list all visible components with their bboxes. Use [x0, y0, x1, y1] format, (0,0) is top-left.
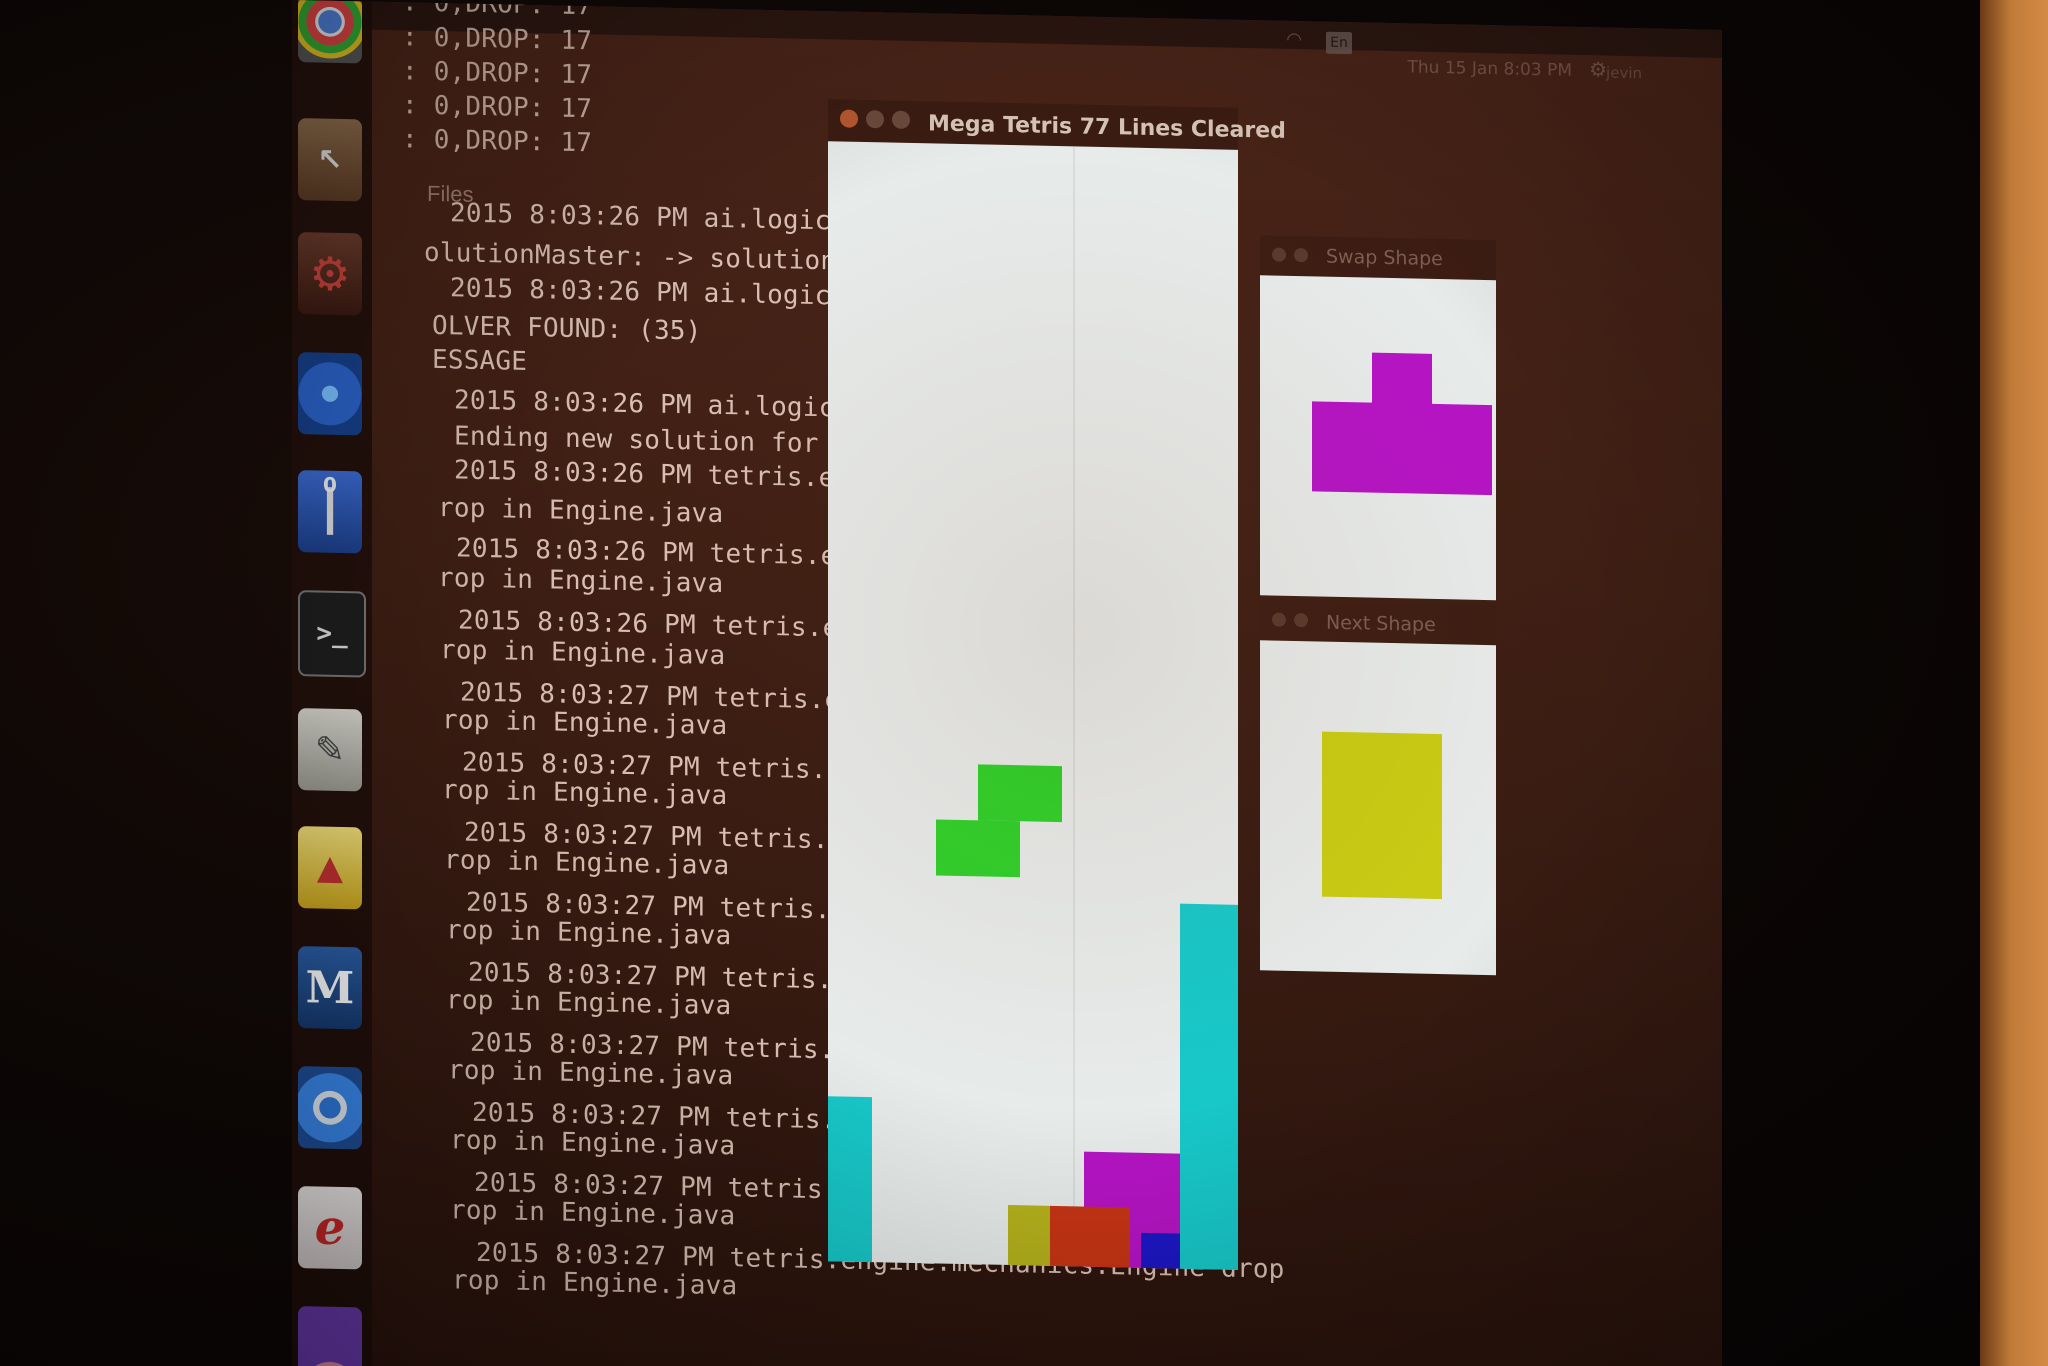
terminal-line: rop in Engine.java: [440, 635, 726, 672]
panel-clock[interactable]: Thu 15 Jan 8:03 PM: [1408, 57, 1572, 80]
room-wall: [1980, 0, 2048, 1366]
files-icon[interactable]: ↖: [298, 118, 362, 202]
swap-shape-board: [1260, 275, 1496, 601]
settings-icon[interactable]: ⚙: [298, 232, 362, 316]
terminal-line: rop in Engine.java: [438, 563, 724, 600]
swap-piece-base: [1312, 401, 1492, 496]
burst-icon[interactable]: [298, 352, 362, 436]
projected-screen: ◠ En Thu 15 Jan 8:03 PM ⚙ jevin : 0,DROP…: [292, 0, 1722, 1366]
swap-minimize-button[interactable]: [1294, 247, 1308, 263]
keyboard-layout-indicator[interactable]: En: [1326, 31, 1352, 55]
photo-stage: ◠ En Thu 15 Jan 8:03 PM ⚙ jevin : 0,DROP…: [0, 0, 2048, 1366]
chromium-icon[interactable]: [298, 1066, 362, 1150]
m-icon[interactable]: M: [298, 946, 362, 1030]
pencil-paper-icon[interactable]: ✎: [298, 708, 362, 792]
shapes-icon: ▲: [316, 847, 344, 889]
terminal-line: rop in Engine.java: [442, 775, 728, 812]
launcher-sidebar: ↖ ⚙ 0 ┃ >_ ✎ ▲ M e: [292, 0, 372, 1366]
stack-olive: [1008, 1204, 1050, 1270]
next-titlebar[interactable]: Next Shape: [1260, 600, 1496, 646]
thermometer-icon[interactable]: 0 ┃: [298, 470, 362, 554]
swap-shape-window[interactable]: Swap Shape: [1260, 235, 1496, 601]
terminal-line: rop in Engine.java: [444, 845, 730, 882]
draw-icon[interactable]: ▲: [298, 826, 362, 910]
terminal-line: rop in Engine.java: [446, 985, 732, 1022]
maximize-button[interactable]: [892, 110, 910, 129]
next-shape-window[interactable]: Next Shape: [1260, 600, 1496, 976]
panel-user-name[interactable]: jevin: [1606, 64, 1642, 83]
terminal-line: rop in Engine.java: [450, 1125, 736, 1162]
terminal-line: ESSAGE: [432, 344, 528, 377]
terminal-line: : 0,DROP: 17: [402, 56, 593, 91]
stack-cyan-right: [1180, 903, 1238, 1270]
terminal-line: rop in Engine.java: [442, 705, 728, 742]
minimize-button[interactable]: [866, 110, 884, 129]
falling-piece-bottom: [936, 819, 1020, 878]
swap-close-button[interactable]: [1272, 247, 1286, 262]
wifi-icon[interactable]: ◠: [1286, 29, 1302, 50]
chrome-icon[interactable]: [298, 0, 362, 64]
terminal-line: rop in Engine.java: [448, 1055, 734, 1092]
next-piece: [1322, 731, 1442, 900]
tetris-board[interactable]: [828, 141, 1238, 1270]
close-button[interactable]: [840, 109, 858, 128]
swap-titlebar[interactable]: Swap Shape: [1260, 235, 1496, 281]
terminal-prompt-glyph: >_: [316, 618, 348, 650]
purple-icon[interactable]: [298, 1306, 362, 1366]
thermometer-badge: 0: [323, 472, 337, 497]
next-minimize-button[interactable]: [1294, 612, 1308, 628]
falling-piece-top: [978, 764, 1062, 823]
terminal-line: : 0,DROP: 17: [402, 0, 593, 22]
gear-icon[interactable]: ⚙: [1589, 57, 1607, 81]
stack-cyan-left: [828, 1096, 872, 1268]
terminal-line: rop in Engine.java: [450, 1195, 736, 1232]
m-glyph: M: [305, 961, 355, 1014]
pencil-icon: ✎: [314, 728, 346, 771]
terminal-line: : 0,DROP: 17: [402, 90, 593, 125]
terminal-line: OLVER FOUND: (35): [432, 310, 702, 347]
terminal-line: rop in Engine.java: [452, 1265, 738, 1302]
terminal-line: rop in Engine.java: [446, 915, 732, 952]
wrench-gear-icon: ⚙: [309, 246, 351, 302]
next-title: Next Shape: [1326, 611, 1436, 636]
swap-title: Swap Shape: [1326, 245, 1443, 271]
terminal-line: : 0,DROP: 17: [402, 22, 593, 57]
cursor-pointer-icon: ↖: [317, 142, 343, 178]
swirl-glyph-icon: e: [314, 1199, 346, 1257]
stack-red: [1050, 1205, 1130, 1270]
window-title: Mega Tetris 77 Lines Cleared: [928, 111, 1286, 144]
terminal-line: rop in Engine.java: [438, 493, 724, 530]
terminal-icon[interactable]: >_: [298, 590, 366, 678]
red-swirl-icon[interactable]: e: [298, 1186, 362, 1270]
tetris-window[interactable]: Mega Tetris 77 Lines Cleared: [828, 99, 1286, 1270]
stack-blue: [1141, 1232, 1180, 1270]
terminal-line: : 0,DROP: 17: [402, 124, 593, 159]
board-divider: [1073, 146, 1075, 1267]
next-shape-board: [1260, 640, 1496, 976]
files-tooltip: Files: [427, 180, 474, 207]
next-close-button[interactable]: [1272, 612, 1286, 627]
